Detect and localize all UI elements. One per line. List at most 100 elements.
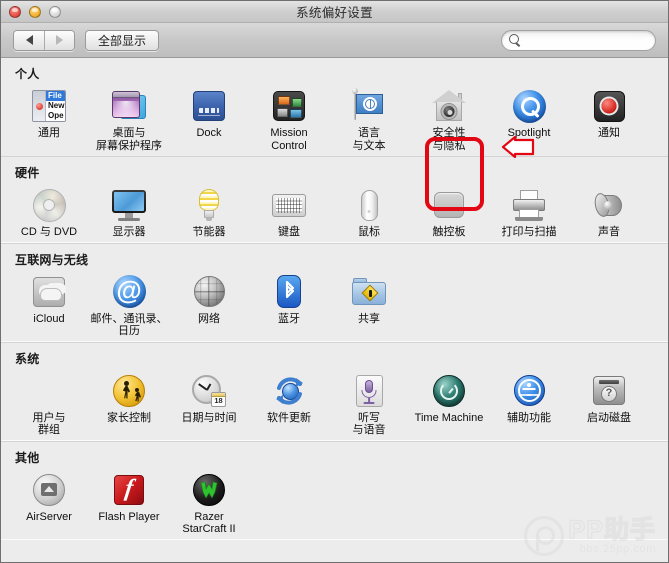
pref-item-desktop-screensaver[interactable]: 桌面与 屏幕保护程序 [89,85,169,152]
dock-icon [190,87,228,125]
pref-item-parental-controls[interactable]: 家长控制 [89,370,169,437]
icloud-icon [30,273,68,311]
watermark-url: bbs.25pp.com [569,543,656,555]
users-groups-icon [30,372,68,410]
pref-item-dock[interactable]: Dock [169,85,249,152]
section-internet-wireless: 互联网与无线 iCloud @ 邮件、通讯录、 日历 网络 [1,243,668,342]
pref-item-razer-starcraft[interactable]: Razer StarCraft II [169,469,249,536]
pref-item-flash-player[interactable]: Flash Player [89,469,169,536]
desktop-screensaver-icon [110,87,148,125]
pref-label: CD 与 DVD [21,226,77,239]
pref-item-airserver[interactable]: AirServer [9,469,89,536]
pref-label: 安全性 与隐私 [433,127,466,152]
section-grid: CD 与 DVD 显示器 节能器 键盘 [1,184,668,239]
pref-label: 听写 与语音 [353,412,386,437]
pref-label: 辅助功能 [507,412,551,425]
pref-item-language-text[interactable]: 语言 与文本 [329,85,409,152]
section-system: 系统 用户与 群组 家长控制 [1,342,668,441]
pref-label: 声音 [598,226,620,239]
pref-item-mission-control[interactable]: Mission Control [249,85,329,152]
pref-label: 通用 [38,127,60,140]
pref-item-mail-contacts-calendars[interactable]: @ 邮件、通讯录、 日历 [89,271,169,338]
pref-item-print-scan[interactable]: 打印与扫描 [489,184,569,239]
pref-item-icloud[interactable]: iCloud [9,271,89,338]
pref-label: 显示器 [113,226,146,239]
pref-item-users-groups[interactable]: 用户与 群组 [9,370,89,437]
section-grid: 用户与 群组 家长控制 18 日期与时间 [1,370,668,437]
title-bar: 系统偏好设置 [1,1,668,23]
pref-item-software-update[interactable]: 软件更新 [249,370,329,437]
pref-label: 共享 [358,313,380,326]
pref-item-cd-dvd[interactable]: CD 与 DVD [9,184,89,239]
flash-player-icon [110,471,148,509]
section-grid: AirServer Flash Player Razer StarCra [1,469,668,536]
pref-item-date-time[interactable]: 18 日期与时间 [169,370,249,437]
pref-label: 家长控制 [107,412,151,425]
pref-item-general[interactable]: File New Ope 通用 [9,85,89,152]
pref-label: Razer StarCraft II [182,511,235,536]
show-all-button[interactable]: 全部显示 [85,30,159,51]
pref-item-spotlight[interactable]: Spotlight [489,85,569,152]
mission-control-icon [270,87,308,125]
section-personal: 个人 File New Ope 通用 [1,58,668,156]
software-update-icon [270,372,308,410]
pref-item-dictation-speech[interactable]: 听写 与语音 [329,370,409,437]
toolbar: 全部显示 [1,23,668,58]
section-title: 其他 [15,449,668,466]
pref-label: Time Machine [415,412,484,425]
pref-label: 蓝牙 [278,313,300,326]
pref-label: 网络 [198,313,220,326]
section-title: 互联网与无线 [15,251,668,268]
dictation-speech-icon [350,372,388,410]
pref-item-keyboard[interactable]: 键盘 [249,184,329,239]
startup-disk-icon: ? [590,372,628,410]
pref-item-mouse[interactable]: 鼠标 [329,184,409,239]
sound-icon [590,186,628,224]
razer-starcraft-icon [190,471,228,509]
pref-item-energy-saver[interactable]: 节能器 [169,184,249,239]
search-input[interactable] [525,34,650,46]
general-icon: File New Ope [30,87,68,125]
pref-item-displays[interactable]: 显示器 [89,184,169,239]
pref-label: Flash Player [98,511,159,524]
language-text-icon [350,87,388,125]
pref-item-network[interactable]: 网络 [169,271,249,338]
pref-item-time-machine[interactable]: Time Machine [409,370,489,437]
pref-label: Spotlight [508,127,551,140]
notifications-icon [590,87,628,125]
preferences-content: 个人 File New Ope 通用 [1,58,668,562]
pref-label: 节能器 [193,226,226,239]
date-time-icon: 18 [190,372,228,410]
pref-item-sharing[interactable]: 共享 [329,271,409,338]
back-button[interactable] [14,31,44,50]
pref-item-accessibility[interactable]: 辅助功能 [489,370,569,437]
window-title: 系统偏好设置 [1,2,668,21]
pref-item-bluetooth[interactable]: 蓝牙 [249,271,329,338]
pref-label: 鼠标 [358,226,380,239]
pref-label: 软件更新 [267,412,311,425]
section-grid: iCloud @ 邮件、通讯录、 日历 网络 [1,271,668,338]
time-machine-icon [430,372,468,410]
pref-item-security-privacy[interactable]: 安全性 与隐私 [409,85,489,152]
forward-button [44,31,74,50]
pref-item-startup-disk[interactable]: ? 启动磁盘 [569,370,649,437]
pref-item-trackpad[interactable]: 触控板 [409,184,489,239]
displays-icon [110,186,148,224]
pref-label: 打印与扫描 [502,226,557,239]
energy-saver-icon [190,186,228,224]
pref-label: 日期与时间 [182,412,237,425]
pref-item-sound[interactable]: 声音 [569,184,649,239]
section-hardware: 硬件 CD 与 DVD 显示器 节能器 [1,156,668,243]
pref-label: 桌面与 屏幕保护程序 [96,127,162,152]
airserver-icon [30,471,68,509]
accessibility-icon [510,372,548,410]
cd-dvd-icon [30,186,68,224]
pref-label: 通知 [598,127,620,140]
pref-label: 邮件、通讯录、 日历 [91,313,168,338]
pref-item-notifications[interactable]: 通知 [569,85,649,152]
search-box[interactable] [501,30,656,51]
security-privacy-icon [430,87,468,125]
pref-label: iCloud [33,313,64,326]
forward-arrow-icon [56,35,63,45]
pref-label: AirServer [26,511,72,524]
